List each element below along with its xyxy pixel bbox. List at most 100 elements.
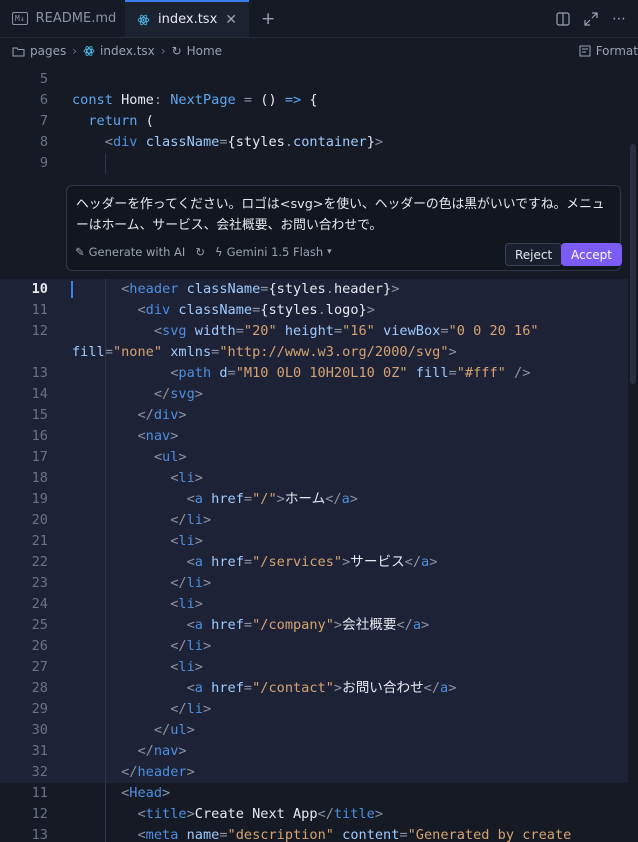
code-text: </nav>: [137, 743, 187, 759]
generate-with-ai[interactable]: ✎ Generate with AI: [75, 245, 185, 259]
breadcrumb-item-symbol[interactable]: ↻ Home: [172, 44, 223, 58]
line-number: 18: [31, 470, 48, 486]
code-line[interactable]: 5: [0, 69, 628, 90]
line-number: 5: [39, 71, 48, 87]
code-line[interactable]: 9: [0, 153, 628, 174]
symbol-icon: ↻: [171, 44, 182, 58]
code-text: <div className={styles.container}>: [104, 134, 384, 150]
line-number: 28: [31, 680, 48, 696]
line-number: 7: [39, 113, 48, 129]
tab-index-tsx[interactable]: index.tsx ✕: [125, 0, 249, 37]
code-line[interactable]: 30 </ul>: [0, 720, 628, 741]
code-line[interactable]: 13 <path d="M10 0L0 10H20L10 0Z" fill="#…: [0, 363, 628, 384]
new-tab-button[interactable]: +: [249, 0, 287, 37]
code-text: <a href="/services">サービス</a>: [186, 554, 438, 570]
line-number: 27: [31, 659, 48, 675]
line-number: 31: [31, 743, 48, 759]
code-text: <li>: [170, 533, 203, 549]
code-line[interactable]: 15 </div>: [0, 405, 628, 426]
breadcrumb-item-file[interactable]: index.tsx: [83, 44, 155, 58]
line-number: 23: [31, 575, 48, 591]
code-line[interactable]: 32 </header>: [0, 762, 628, 783]
expand-icon[interactable]: [584, 11, 598, 26]
code-text: <svg width="20" height="16" viewBox="0 0…: [153, 323, 539, 339]
line-number: 20: [31, 512, 48, 528]
pencil-icon: ✎: [75, 245, 85, 259]
line-number: 9: [39, 155, 48, 171]
code-line[interactable]: 7 return (: [0, 111, 628, 132]
code-line[interactable]: 11 <Head>: [0, 783, 628, 804]
line-number: 12: [31, 323, 48, 339]
code-text: <a href="/contact">お問い合わせ</a>: [186, 680, 457, 696]
code-text: </div>: [137, 407, 187, 423]
code-line[interactable]: 17 <ul>: [0, 447, 628, 468]
model-selector[interactable]: ϟ Gemini 1.5 Flash ▾: [215, 245, 332, 259]
code-line[interactable]: 29 </li>: [0, 699, 628, 720]
line-number: 16: [31, 428, 48, 444]
code-text: <nav>: [137, 428, 179, 444]
code-editor[interactable]: 5 6 const Home: NextPage = () => { 7 return…: [0, 64, 638, 842]
code-text: </li>: [170, 575, 212, 591]
lightning-icon: ϟ: [214, 245, 223, 259]
code-line[interactable]: 14 </svg>: [0, 384, 628, 405]
code-line[interactable]: 16 <nav>: [0, 426, 628, 447]
code-line[interactable]: 28 <a href="/contact">お問い合わせ</a>: [0, 678, 628, 699]
code-line[interactable]: fill="none" xmlns="http://www.w3.org/200…: [0, 342, 628, 363]
code-line[interactable]: 31 </nav>: [0, 741, 628, 762]
code-line[interactable]: 12 <title>Create Next App</title>: [0, 804, 628, 825]
tab-label: index.tsx: [158, 12, 218, 27]
code-line[interactable]: 21 <li>: [0, 531, 628, 552]
code-line[interactable]: 6 const Home: NextPage = () => {: [0, 90, 628, 111]
more-icon[interactable]: ⋯: [612, 11, 626, 27]
code-line[interactable]: 22 <a href="/services">サービス</a>: [0, 552, 628, 573]
chevron-down-icon: ▾: [327, 247, 332, 257]
code-text: </li>: [170, 638, 212, 654]
breadcrumb: pages › index.tsx › ↻ Home Format: [0, 38, 638, 64]
code-line[interactable]: 27 <li>: [0, 657, 628, 678]
ai-prompt-panel: ヘッダーを作ってください。ロゴは<svg>を使い、ヘッダーの色は黒がいいですね。…: [66, 185, 622, 271]
code-line[interactable]: 23 </li>: [0, 573, 628, 594]
tab-readme[interactable]: M↓ README.md: [0, 0, 125, 37]
code-text: </li>: [170, 512, 212, 528]
code-text: const Home: NextPage = () => {: [72, 92, 318, 108]
code-line[interactable]: 24 <li>: [0, 594, 628, 615]
code-line[interactable]: 13 <meta name="description" content="Gen…: [0, 825, 628, 842]
line-number: 24: [31, 596, 48, 612]
scrollbar[interactable]: [630, 144, 636, 384]
split-editor-icon[interactable]: [556, 11, 570, 26]
line-number: 32: [31, 764, 48, 780]
code-line[interactable]: 18 <li>: [0, 468, 628, 489]
ai-prompt-input[interactable]: ヘッダーを作ってください。ロゴは<svg>を使い、ヘッダーの色は黒がいいですね。…: [76, 194, 616, 236]
close-icon[interactable]: ✕: [225, 12, 237, 28]
code-line[interactable]: 19 <a href="/">ホーム</a>: [0, 489, 628, 510]
line-number: 6: [39, 92, 48, 108]
line-number: 17: [31, 449, 48, 465]
code-line[interactable]: 26 </li>: [0, 636, 628, 657]
code-line[interactable]: 11 <div className={styles.logo}>: [0, 300, 628, 321]
code-text: <li>: [170, 470, 203, 486]
code-text: <li>: [170, 659, 203, 675]
line-number: 8: [39, 134, 48, 150]
code-line[interactable]: 8 <div className={styles.container}>: [0, 132, 628, 153]
code-text: <title>Create Next App</title>: [137, 806, 384, 822]
line-number: 29: [31, 701, 48, 717]
code-line[interactable]: 10 <header className={styles.header}>: [0, 279, 628, 300]
format-button[interactable]: Format: [579, 38, 638, 64]
regenerate-icon[interactable]: ↻: [195, 245, 205, 259]
breadcrumb-item-pages[interactable]: pages: [12, 44, 66, 58]
code-text: <header className={styles.header}>: [121, 281, 400, 297]
format-icon: [579, 45, 591, 57]
reject-button[interactable]: Reject: [505, 243, 563, 266]
code-text: </header>: [121, 764, 195, 780]
code-text: <a href="/company">会社概要</a>: [186, 617, 430, 633]
line-number: 15: [31, 407, 48, 423]
code-line[interactable]: 20 </li>: [0, 510, 628, 531]
folder-icon: [12, 47, 25, 56]
chevron-right-icon: ›: [72, 44, 78, 58]
accept-button[interactable]: Accept: [561, 243, 622, 266]
code-line[interactable]: 12 <svg width="20" height="16" viewBox="…: [0, 321, 628, 342]
code-line[interactable]: 25 <a href="/company">会社概要</a>: [0, 615, 628, 636]
line-number: 14: [31, 386, 48, 402]
line-number: 11: [31, 785, 48, 801]
code-text: <meta name="description" content="Genera…: [137, 827, 572, 842]
